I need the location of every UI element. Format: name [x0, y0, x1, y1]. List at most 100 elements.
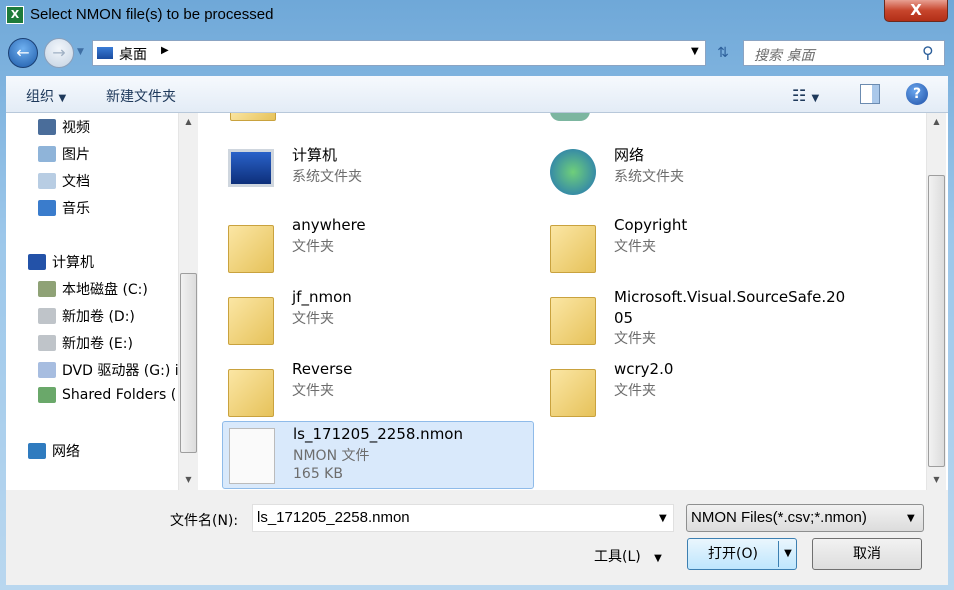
nav-item[interactable]: 新加卷 (E:): [38, 333, 133, 353]
computer-icon: [228, 149, 274, 187]
file-item[interactable]: Reverse 文件夹: [222, 357, 534, 425]
file-name: anywhere: [292, 216, 366, 234]
toolbar: 组织 ▼ 新建文件夹 ☷ ▼ ?: [6, 76, 948, 113]
open-options-dropdown[interactable]: ▼: [780, 539, 796, 569]
nav-item[interactable]: DVD 驱动器 (G:) i: [38, 360, 178, 380]
file-item[interactable]: wcry2.0 文件夹: [544, 357, 856, 425]
nav-item-label: 新加卷 (D:): [62, 309, 135, 325]
nav-item[interactable]: Shared Folders (: [38, 387, 176, 403]
file-scrollbar[interactable]: ▲ ▼: [926, 113, 946, 490]
window-title: Select NMON file(s) to be processed: [30, 6, 274, 23]
folder-icon: [230, 113, 276, 121]
nav-item-label: 文档: [62, 174, 90, 190]
file-name: Microsoft.Visual.SourceSafe.2005: [614, 288, 846, 327]
chevron-down-icon: ▼: [58, 93, 67, 104]
file-type-select[interactable]: NMON Files(*.csv;*.nmon) ▼: [686, 504, 924, 532]
refresh-button[interactable]: ⇅: [708, 40, 738, 66]
scroll-down-icon[interactable]: ▼: [927, 475, 946, 484]
cancel-button[interactable]: 取消: [812, 538, 922, 570]
nav-item[interactable]: 音乐: [38, 198, 90, 218]
chevron-down-icon: ▼: [907, 513, 915, 524]
open-button[interactable]: 打开(O) ▼: [687, 538, 797, 570]
nav-item-label: 本地磁盘 (C:): [62, 282, 148, 298]
nav-item[interactable]: 网络: [28, 441, 80, 461]
nav-item[interactable]: 文档: [38, 171, 90, 191]
dialog-body: 视频图片文档音乐计算机本地磁盘 (C:) 新加卷 (D:) 新加卷 (E:) DVD …: [6, 113, 948, 490]
nav-item-label: 音乐: [62, 201, 90, 217]
nav-item[interactable]: 图片: [38, 144, 90, 164]
file-item[interactable]: Copyright 文件夹: [544, 213, 856, 281]
file-type: NMON 文件: [293, 448, 370, 464]
network-icon: [550, 149, 596, 195]
file-scroll-thumb[interactable]: [928, 175, 945, 467]
scroll-up-icon[interactable]: ▲: [927, 117, 946, 126]
pictures-library-icon: [38, 146, 56, 162]
nav-item-label: 图片: [62, 147, 90, 163]
file-item[interactable]: ls_171205_2258.nmon NMON 文件 165 KB: [222, 421, 534, 489]
file-type-value: NMON Files(*.csv;*.nmon): [691, 509, 867, 526]
forward-button[interactable]: →: [44, 38, 74, 68]
filename-input[interactable]: ls_171205_2258.nmon ▼: [252, 504, 674, 532]
computer-icon: [28, 254, 46, 270]
file-type: 文件夹: [292, 311, 334, 327]
file-item[interactable]: 网络 系统文件夹: [544, 143, 856, 211]
filename-value[interactable]: ls_171205_2258.nmon: [257, 509, 410, 526]
file-type: 系统文件夹: [292, 169, 362, 185]
nav-scrollbar[interactable]: ▲ ▼: [178, 113, 198, 490]
scroll-down-icon[interactable]: ▼: [179, 475, 198, 484]
file-item[interactable]: Microsoft.Visual.SourceSafe.2005 文件夹: [544, 285, 856, 353]
nav-item-label: 网络: [52, 444, 80, 460]
nav-item-label: DVD 驱动器 (G:) i: [62, 363, 178, 379]
title-bar: X Select NMON file(s) to be processed X: [0, 0, 954, 34]
file-name: jf_nmon: [292, 288, 352, 306]
nav-item-label: 计算机: [52, 255, 94, 271]
folder-icon: [550, 369, 596, 417]
network-icon: [28, 443, 46, 459]
nav-item[interactable]: 视频: [38, 117, 90, 137]
navigation-pane: 视频图片文档音乐计算机本地磁盘 (C:) 新加卷 (D:) 新加卷 (E:) DVD …: [6, 113, 178, 490]
organize-label: 组织: [26, 89, 54, 105]
preview-pane-icon[interactable]: [860, 84, 880, 104]
library-icon: [550, 113, 590, 121]
scroll-up-icon[interactable]: ▲: [179, 117, 198, 126]
excel-app-icon: X: [6, 6, 24, 24]
file-type: 文件夹: [292, 383, 334, 399]
folder-icon: [550, 225, 596, 273]
file-item[interactable]: 计算机 系统文件夹: [222, 143, 534, 211]
address-location[interactable]: 桌面: [119, 44, 147, 64]
new-folder-button[interactable]: 新建文件夹: [106, 86, 176, 106]
filename-label: 文件名(N):: [170, 513, 239, 529]
file-name: ls_171205_2258.nmon: [293, 425, 463, 443]
search-input[interactable]: 搜索 桌面 ⚲: [743, 40, 945, 66]
local-disk-icon: [38, 281, 56, 297]
file-list: 计算机 系统文件夹 网络 系统文件夹 anywhere 文件夹 Copyright 文件夹 jf…: [200, 113, 926, 490]
file-size: 165 KB: [293, 466, 343, 482]
address-dropdown-icon[interactable]: ▼: [691, 46, 699, 57]
view-options-icon[interactable]: ☷ ▼: [792, 86, 819, 105]
organize-button[interactable]: 组织 ▼: [26, 86, 66, 106]
nav-scroll-thumb[interactable]: [180, 273, 197, 453]
tools-button[interactable]: 工具(L) ▼: [594, 546, 662, 566]
file-type: 系统文件夹: [614, 169, 684, 185]
nav-item[interactable]: 新加卷 (D:): [38, 306, 135, 326]
folder-icon: [228, 369, 274, 417]
nav-item[interactable]: 计算机: [28, 252, 94, 272]
file-item[interactable]: jf_nmon 文件夹: [222, 285, 534, 353]
back-button[interactable]: ←: [8, 38, 38, 68]
file-name: Copyright: [614, 216, 688, 234]
folder-icon: [228, 225, 274, 273]
recent-locations-dropdown[interactable]: ▼: [77, 47, 84, 57]
file-item[interactable]: anywhere 文件夹: [222, 213, 534, 281]
close-button[interactable]: X: [884, 0, 948, 22]
help-icon[interactable]: ?: [906, 83, 928, 105]
split-divider: [778, 541, 779, 567]
drive-icon: [38, 308, 56, 324]
file-name: 网络: [614, 146, 645, 164]
chevron-down-icon[interactable]: ▼: [659, 513, 667, 524]
open-label[interactable]: 打开(O): [688, 539, 778, 569]
nav-item[interactable]: 本地磁盘 (C:): [38, 279, 148, 299]
folder-icon: [550, 297, 596, 345]
search-icon[interactable]: ⚲: [922, 43, 934, 62]
chevron-right-icon[interactable]: ▶: [161, 45, 169, 56]
address-bar[interactable]: 桌面 ▶ ▼: [92, 40, 706, 66]
